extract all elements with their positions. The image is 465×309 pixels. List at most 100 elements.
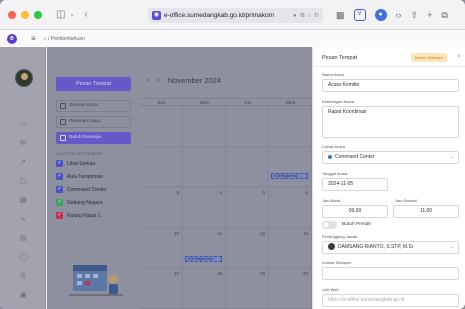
filter-gedung-negara[interactable]: ✓ Gedung Negara [56,199,103,206]
filter-aula-tampomas[interactable]: ✓ Aula Tampomas [56,173,103,180]
calendar-icon[interactable]: ▤ [20,234,27,242]
settings-icon[interactable]: ◯ [20,253,28,261]
weekday-label: Tue [243,100,252,105]
butuh-presdir-toggle[interactable] [322,221,337,229]
nama-acara-field[interactable]: Acara Komitte [322,79,459,92]
tabs-icon[interactable]: ⧉ [441,8,447,22]
kontak-label: Kontak Sekapen [322,260,352,265]
calendar-day[interactable]: 17 [140,268,183,308]
drawer-title: Pesan Tempat [322,55,358,61]
extension-icon[interactable]: ⚙ [300,12,305,19]
calendar-icon [60,103,66,109]
calendar-day[interactable]: 9:00 Rapat Koo [269,146,312,187]
report-icon[interactable]: ☰ [20,272,26,280]
tanggal-label: Tanggal Acara [322,171,348,176]
calendar-event[interactable]: 9:00 Rapat Koo [271,172,308,179]
lokasi-value: Command Center [335,154,375,160]
app-logo[interactable]: e [7,33,17,44]
checkbox-checked-icon[interactable]: ✓ [56,212,63,219]
calendar-nav: ‹ › November 2024 [147,76,221,85]
menu-item-label: Semua Acara [69,103,98,108]
kontak-field[interactable] [322,267,459,280]
calendar-day[interactable]: 11 9:00 Rapat Koor [183,227,226,268]
calendar-day[interactable]: 10 [140,227,183,268]
weekday-label: Sun [157,100,166,105]
new-tab-icon[interactable]: + [427,8,432,22]
filter-ruang-rapat-1[interactable]: ✓ Ruang Rapat 1 [56,212,101,219]
calendar-day[interactable]: 19 [226,268,269,308]
calendar-day[interactable] [226,146,269,187]
link-field[interactable]: https://e-office.sumedangkab.go.id [322,294,459,307]
code-icon[interactable]: ‹› [396,8,402,22]
tanggal-field[interactable]: 2024-11-05 [322,178,388,191]
vpn-icon[interactable]: V [353,9,366,21]
menu-semua-acara[interactable]: Semua Acara [56,100,131,112]
next-month-icon[interactable]: › [157,77,159,84]
menu-butuh-disetujui[interactable]: Butuh Disetujui [56,132,131,144]
close-icon[interactable]: × [457,52,461,63]
chevron-down-icon[interactable]: ⌄ [69,12,74,18]
lock-icon: ● [292,12,297,19]
tab-overview-icon[interactable]: ▩ [336,8,345,22]
document-icon[interactable]: ▢ [20,177,27,185]
checkbox-checked-icon[interactable]: ✓ [56,160,63,167]
checkbox-checked-icon[interactable]: ✓ [56,186,63,193]
audio-icon[interactable]: ♪ [308,13,311,19]
grid-icon[interactable]: ▦ [20,196,27,204]
url-text: e-office.sumedangkab.go.id/primakom [164,12,275,19]
calendar-day[interactable] [183,146,226,187]
maximize-window-button[interactable] [34,10,42,19]
lokasi-select[interactable]: Command Center ⌄ [322,151,459,164]
back-icon[interactable]: ‹ [84,9,87,20]
calendar-day[interactable]: 5 [226,187,269,227]
jam-selesai-field[interactable]: 11.00 [393,205,459,218]
pj-select[interactable]: DAMSANG RIANTO, S.STP, M.Si ⌄ [322,241,459,254]
avatar[interactable] [15,69,33,87]
calendar-day[interactable] [183,106,226,146]
calendar-event[interactable]: 9:00 Rapat Koor [185,255,222,262]
calendar-illustration [69,265,123,296]
share-icon[interactable]: ⇧ [411,8,419,22]
chart-icon[interactable]: ∿ [20,215,26,223]
breadcrumb[interactable]: ⌂ / Pemberitahuan [44,36,85,42]
toolbar-actions: ▩ V ● ‹› ⇧ + ⧉ [336,8,448,22]
sidebar-toggle-icon[interactable]: ◫ [56,9,65,20]
calendar-day[interactable]: 4 [183,187,226,227]
prev-month-icon[interactable]: ‹ [147,77,149,84]
window-controls [8,10,42,19]
calendar-day[interactable]: 18 [183,268,226,308]
close-window-button[interactable] [8,10,16,19]
inbox-icon[interactable]: ▭ [20,119,27,127]
calendar-day[interactable]: 20 [269,268,312,308]
reload-icon[interactable]: ↻ [314,12,319,19]
pj-label: Penanggung Jawab [322,234,358,239]
menu-icon[interactable]: ≡ [31,34,36,43]
calendar-day[interactable] [269,106,312,146]
calendar-day[interactable] [140,146,183,187]
pesan-tempat-button[interactable]: Pesan Tempat [56,77,131,91]
profile-icon[interactable]: ● [374,9,387,21]
archive-icon[interactable]: ▣ [20,291,27,299]
lokasi-label: Lokasi Acara [322,144,345,149]
address-bar[interactable]: ◉ e-office.sumedangkab.go.id/primakom ● … [148,8,323,23]
filter-lihat-semua[interactable]: ✓ Lihat Semua [56,160,95,167]
mail-icon[interactable]: ✉ [20,139,26,147]
keterangan-field[interactable]: Rapat Koordinasi [322,106,459,138]
menu-pesanan-saya[interactable]: Pesanan Saya [56,116,131,128]
calendar-day[interactable]: 12 [226,227,269,268]
checkbox-checked-icon[interactable]: ✓ [56,199,63,206]
calendar-day[interactable]: 3 [140,187,183,227]
calendar-day[interactable]: 13 [269,227,312,268]
send-icon[interactable]: ↗ [20,158,26,166]
calendar-day[interactable] [226,106,269,146]
minimize-window-button[interactable] [21,10,29,19]
chevron-down-icon: ⌄ [449,154,454,160]
filter-label: Command Center [67,186,107,193]
checkbox-checked-icon[interactable]: ✓ [56,173,63,180]
menu-item-label: Pesanan Saya [69,119,101,124]
jam-mulai-field[interactable]: 09.00 [322,205,388,218]
sidebar: ▭ ✉ ↗ ▢ ▦ ∿ ▤ ◯ ☰ ▣ [0,47,46,309]
filter-command-center[interactable]: ✓ Command Center [56,186,106,193]
calendar-day[interactable]: 6 [269,187,312,227]
calendar-day[interactable] [140,106,183,146]
